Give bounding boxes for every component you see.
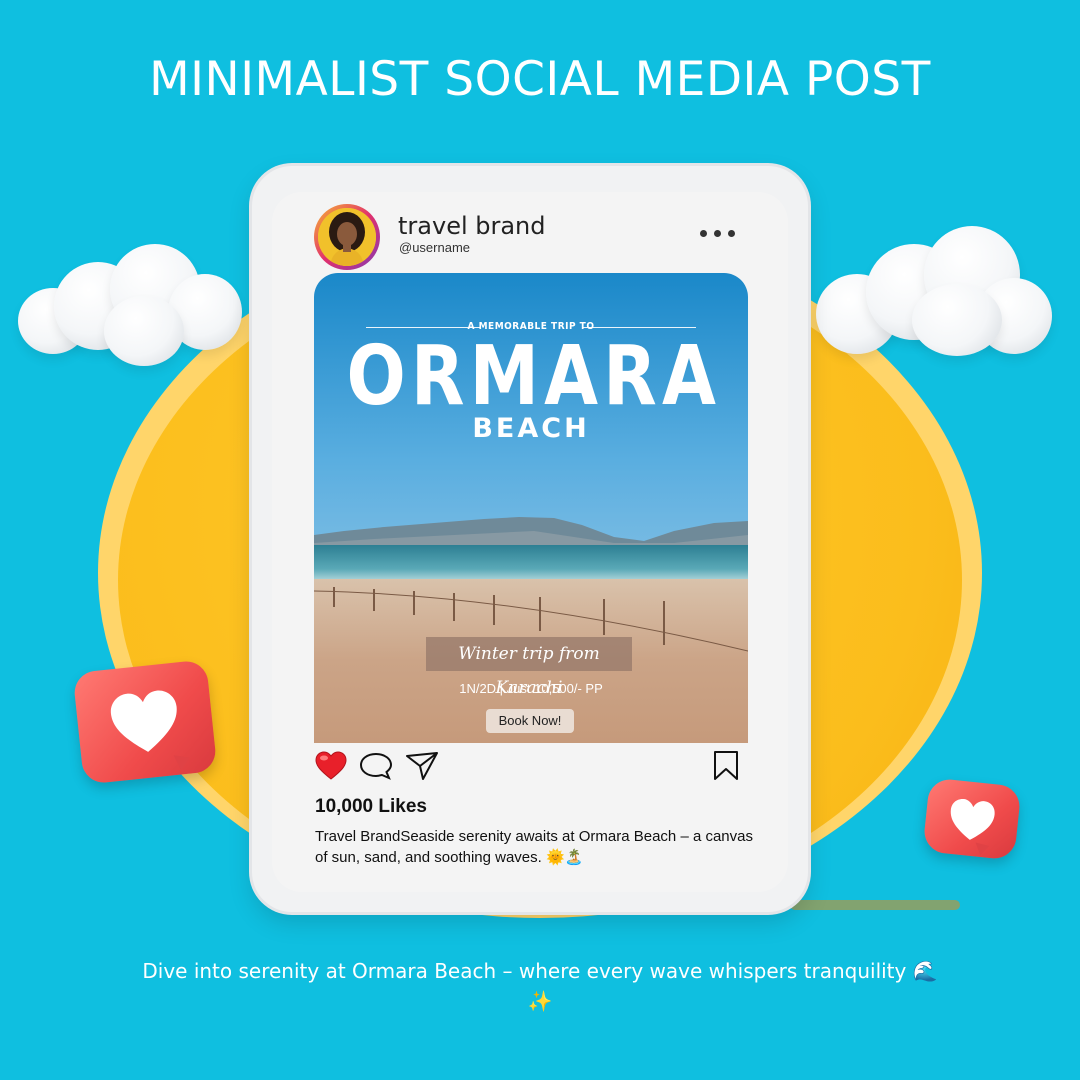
headline: MINIMALIST SOCIAL MEDIA POST xyxy=(149,52,931,107)
tagline: Winter trip from Karachi xyxy=(426,637,632,698)
social-post: travel brand @username A MEMORABLE TRIP … xyxy=(272,192,788,892)
post-image[interactable]: A MEMORABLE TRIP TO ORMARA BEACH Winter … xyxy=(314,273,748,743)
post-caption: Travel BrandSeaside serenity awaits at O… xyxy=(315,828,753,866)
image-subtitle: BEACH xyxy=(472,413,590,444)
book-now-button[interactable]: Book Now! xyxy=(486,709,574,733)
action-bar xyxy=(314,750,748,786)
brand-name[interactable]: travel brand xyxy=(398,212,546,240)
username[interactable]: @username xyxy=(399,240,470,255)
comment-icon[interactable] xyxy=(358,750,394,787)
heart-icon xyxy=(110,690,190,771)
heart-icon xyxy=(950,799,995,856)
avatar-photo xyxy=(318,208,376,266)
price-text: 1N/2D | Just 10,500/- PP xyxy=(459,681,603,696)
sun-shadow xyxy=(790,900,960,910)
avatar[interactable] xyxy=(314,204,380,270)
bookmark-icon[interactable] xyxy=(712,750,740,787)
footer-caption: Dive into serenity at Ormara Beach – whe… xyxy=(142,959,938,1013)
likes-count[interactable]: 10,000 Likes xyxy=(315,796,427,818)
like-bubble-small xyxy=(922,777,1022,861)
cloud-right xyxy=(816,226,1056,366)
share-icon[interactable] xyxy=(404,750,440,787)
image-title: ORMARA xyxy=(346,329,721,424)
like-bubble-large xyxy=(72,659,218,785)
heart-icon[interactable] xyxy=(314,750,348,787)
more-dots-icon[interactable] xyxy=(700,230,735,237)
cloud-left xyxy=(18,240,248,370)
phone-frame: travel brand @username A MEMORABLE TRIP … xyxy=(252,166,808,912)
